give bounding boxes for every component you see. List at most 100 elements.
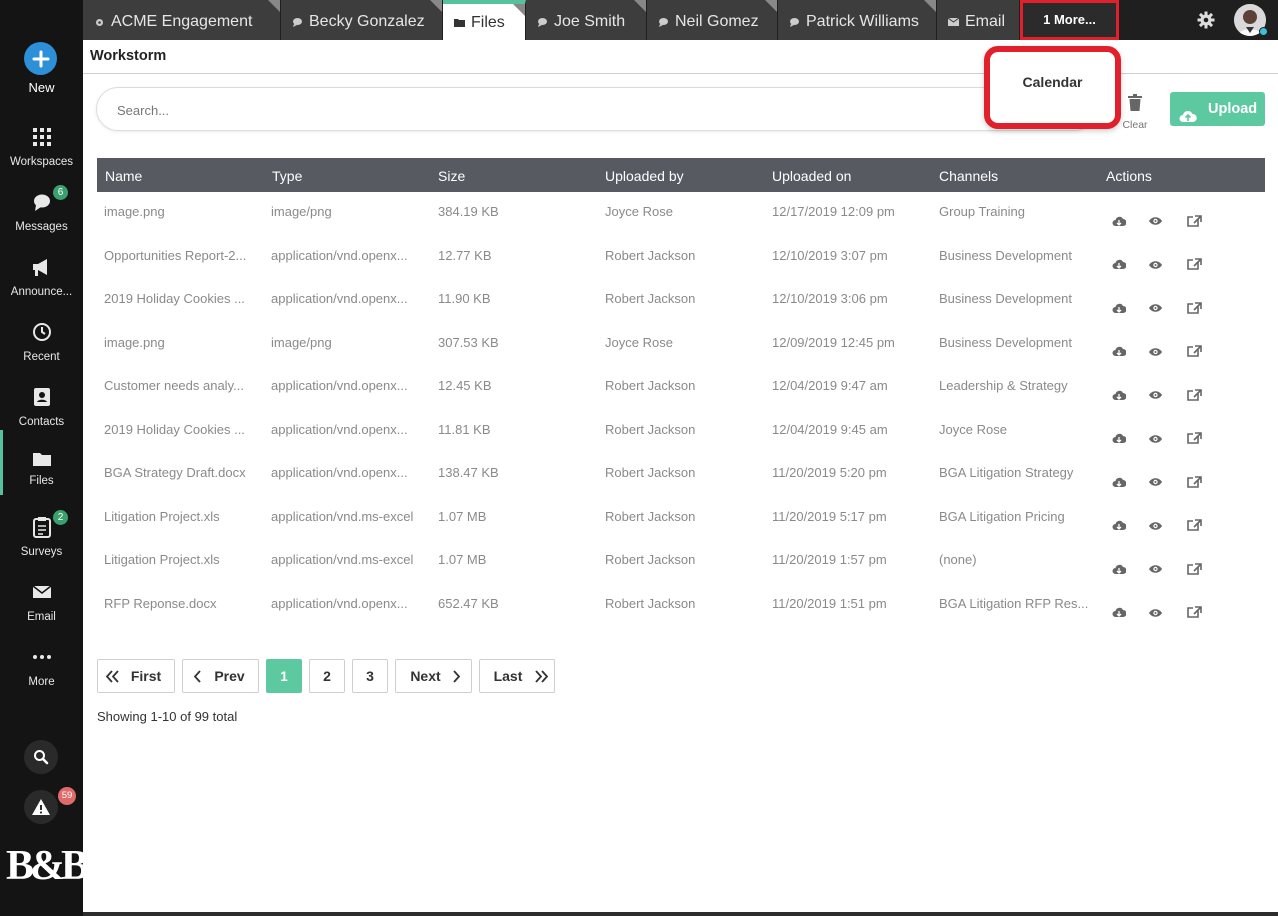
next-label: Next	[410, 668, 441, 684]
eye-icon[interactable]	[1146, 213, 1164, 229]
page-1-button[interactable]: 1	[266, 659, 302, 693]
sidebar-item-messages[interactable]: 6 Messages	[0, 183, 83, 248]
download-icon[interactable]	[1110, 300, 1128, 316]
download-icon[interactable]	[1110, 431, 1128, 447]
cell-name[interactable]: image.png	[104, 204, 262, 219]
eye-icon[interactable]	[1146, 300, 1164, 316]
tab-becky-gonzalez[interactable]: Becky Gonzalez	[281, 0, 443, 40]
eye-icon[interactable]	[1146, 474, 1164, 490]
table-row[interactable]: Opportunities Report-2... application/vnd…	[97, 242, 1265, 286]
page-2-button[interactable]: 2	[309, 659, 345, 693]
cell-name[interactable]: 2019 Holiday Cookies ...	[104, 291, 262, 306]
cell-name[interactable]: 2019 Holiday Cookies ...	[104, 422, 262, 437]
cell-uploaded-on: 12/04/2019 9:47 am	[772, 378, 888, 393]
sidebar-item-email[interactable]: Email	[0, 573, 83, 638]
eye-icon[interactable]	[1146, 344, 1164, 360]
download-icon[interactable]	[1110, 474, 1128, 490]
warning-icon	[32, 799, 50, 815]
alerts-button[interactable]	[24, 790, 58, 824]
cell-name[interactable]: image.png	[104, 335, 262, 350]
sidebar-item-files[interactable]: Files	[0, 430, 83, 495]
search-input[interactable]	[117, 100, 817, 120]
cell-name[interactable]: Customer needs analy...	[104, 378, 262, 393]
share-icon[interactable]	[1185, 605, 1203, 621]
table-row[interactable]: Customer needs analy... application/vnd.o…	[97, 372, 1265, 416]
download-icon[interactable]	[1110, 561, 1128, 577]
download-icon[interactable]	[1110, 605, 1128, 621]
tab-acme-engagement[interactable]: ACME Engagement	[83, 0, 281, 40]
tab-neil-gomez[interactable]: Neil Gomez	[647, 0, 778, 40]
share-icon[interactable]	[1185, 518, 1203, 534]
first-page-button[interactable]: First	[97, 659, 175, 693]
column-header-uploaded-by[interactable]: Uploaded by	[605, 168, 684, 184]
prev-page-button[interactable]: Prev	[182, 659, 259, 693]
tab-joe-smith[interactable]: Joe Smith	[526, 0, 647, 40]
download-icon[interactable]	[1110, 213, 1128, 229]
eye-icon[interactable]	[1146, 518, 1164, 534]
sidebar-item-workspaces[interactable]: Workspaces	[0, 118, 83, 183]
new-button[interactable]	[24, 42, 57, 75]
cell-uploaded-by: Robert Jackson	[605, 508, 696, 524]
settings-button[interactable]	[1196, 10, 1216, 30]
download-icon[interactable]	[1110, 344, 1128, 360]
cell-name[interactable]: Opportunities Report-2...	[104, 248, 262, 263]
table-row[interactable]: image.png image/png 384.19 KB Joyce Rose 12/…	[97, 198, 1265, 242]
eye-icon[interactable]	[1146, 431, 1164, 447]
upload-button[interactable]: Upload	[1170, 92, 1265, 126]
column-header-size[interactable]: Size	[438, 168, 465, 184]
search-button[interactable]	[24, 740, 58, 774]
share-icon[interactable]	[1185, 387, 1203, 403]
eye-icon[interactable]	[1146, 605, 1164, 621]
envelope-icon	[948, 17, 959, 27]
column-header-name[interactable]: Name	[105, 168, 142, 184]
more-tabs-button[interactable]: 1 More...	[1020, 0, 1119, 40]
search-icon	[34, 750, 49, 765]
page-3-button[interactable]: 3	[352, 659, 388, 693]
sidebar-item-surveys[interactable]: 2 Surveys	[0, 508, 83, 573]
column-header-channels[interactable]: Channels	[939, 168, 998, 184]
eye-icon[interactable]	[1146, 257, 1164, 273]
dropdown-item-calendar[interactable]: Calendar	[990, 74, 1115, 90]
table-row[interactable]: BGA Strategy Draft.docx application/vnd.o…	[97, 459, 1265, 503]
share-icon[interactable]	[1185, 213, 1203, 229]
eye-icon[interactable]	[1146, 387, 1164, 403]
download-icon[interactable]	[1110, 257, 1128, 273]
share-icon[interactable]	[1185, 561, 1203, 577]
table-row[interactable]: RFP Reponse.docx application/vnd.openx...…	[97, 590, 1265, 634]
eye-icon[interactable]	[1146, 561, 1164, 577]
cell-name[interactable]: Litigation Project.xls	[104, 552, 262, 567]
share-icon[interactable]	[1185, 431, 1203, 447]
cell-name[interactable]: BGA Strategy Draft.docx	[104, 465, 262, 480]
next-page-button[interactable]: Next	[395, 659, 472, 693]
cell-name[interactable]: RFP Reponse.docx	[104, 596, 262, 611]
cell-uploaded-on: 12/17/2019 12:09 pm	[772, 204, 895, 219]
tab-email[interactable]: Email	[937, 0, 1020, 40]
search-box[interactable]	[96, 87, 1096, 131]
table-row[interactable]: 2019 Holiday Cookies ... application/vnd.…	[97, 285, 1265, 329]
cell-name[interactable]: Litigation Project.xls	[104, 509, 262, 524]
cell-uploaded-on: 11/20/2019 5:20 pm	[772, 465, 887, 480]
sidebar-item-announcements[interactable]: Announce...	[0, 248, 83, 313]
sidebar-item-recent[interactable]: Recent	[0, 313, 83, 378]
share-icon[interactable]	[1185, 344, 1203, 360]
download-icon[interactable]	[1110, 518, 1128, 534]
cell-size: 12.45 KB	[438, 378, 492, 393]
share-icon[interactable]	[1185, 300, 1203, 316]
tab-patrick-williams[interactable]: Patrick Williams	[778, 0, 937, 40]
column-header-type[interactable]: Type	[272, 168, 302, 184]
table-row[interactable]: 2019 Holiday Cookies ... application/vnd.…	[97, 416, 1265, 460]
prev-label: Prev	[214, 668, 245, 684]
tab-files[interactable]: Files	[443, 0, 526, 40]
clear-button[interactable]: Clear	[1120, 92, 1150, 134]
share-icon[interactable]	[1185, 474, 1203, 490]
share-icon[interactable]	[1185, 257, 1203, 273]
download-icon[interactable]	[1110, 387, 1128, 403]
table-row[interactable]: Litigation Project.xls application/vnd.ms…	[97, 503, 1265, 547]
table-row[interactable]: Litigation Project.xls application/vnd.ms…	[97, 546, 1265, 590]
last-page-button[interactable]: Last	[479, 659, 555, 693]
double-chevron-right-icon	[535, 670, 548, 683]
cell-uploaded-on: 11/20/2019 5:17 pm	[772, 508, 887, 524]
column-header-uploaded-on[interactable]: Uploaded on	[772, 168, 851, 184]
table-row[interactable]: image.png image/png 307.53 KB Joyce Rose 12/…	[97, 329, 1265, 373]
sidebar-item-more[interactable]: More	[0, 638, 83, 703]
